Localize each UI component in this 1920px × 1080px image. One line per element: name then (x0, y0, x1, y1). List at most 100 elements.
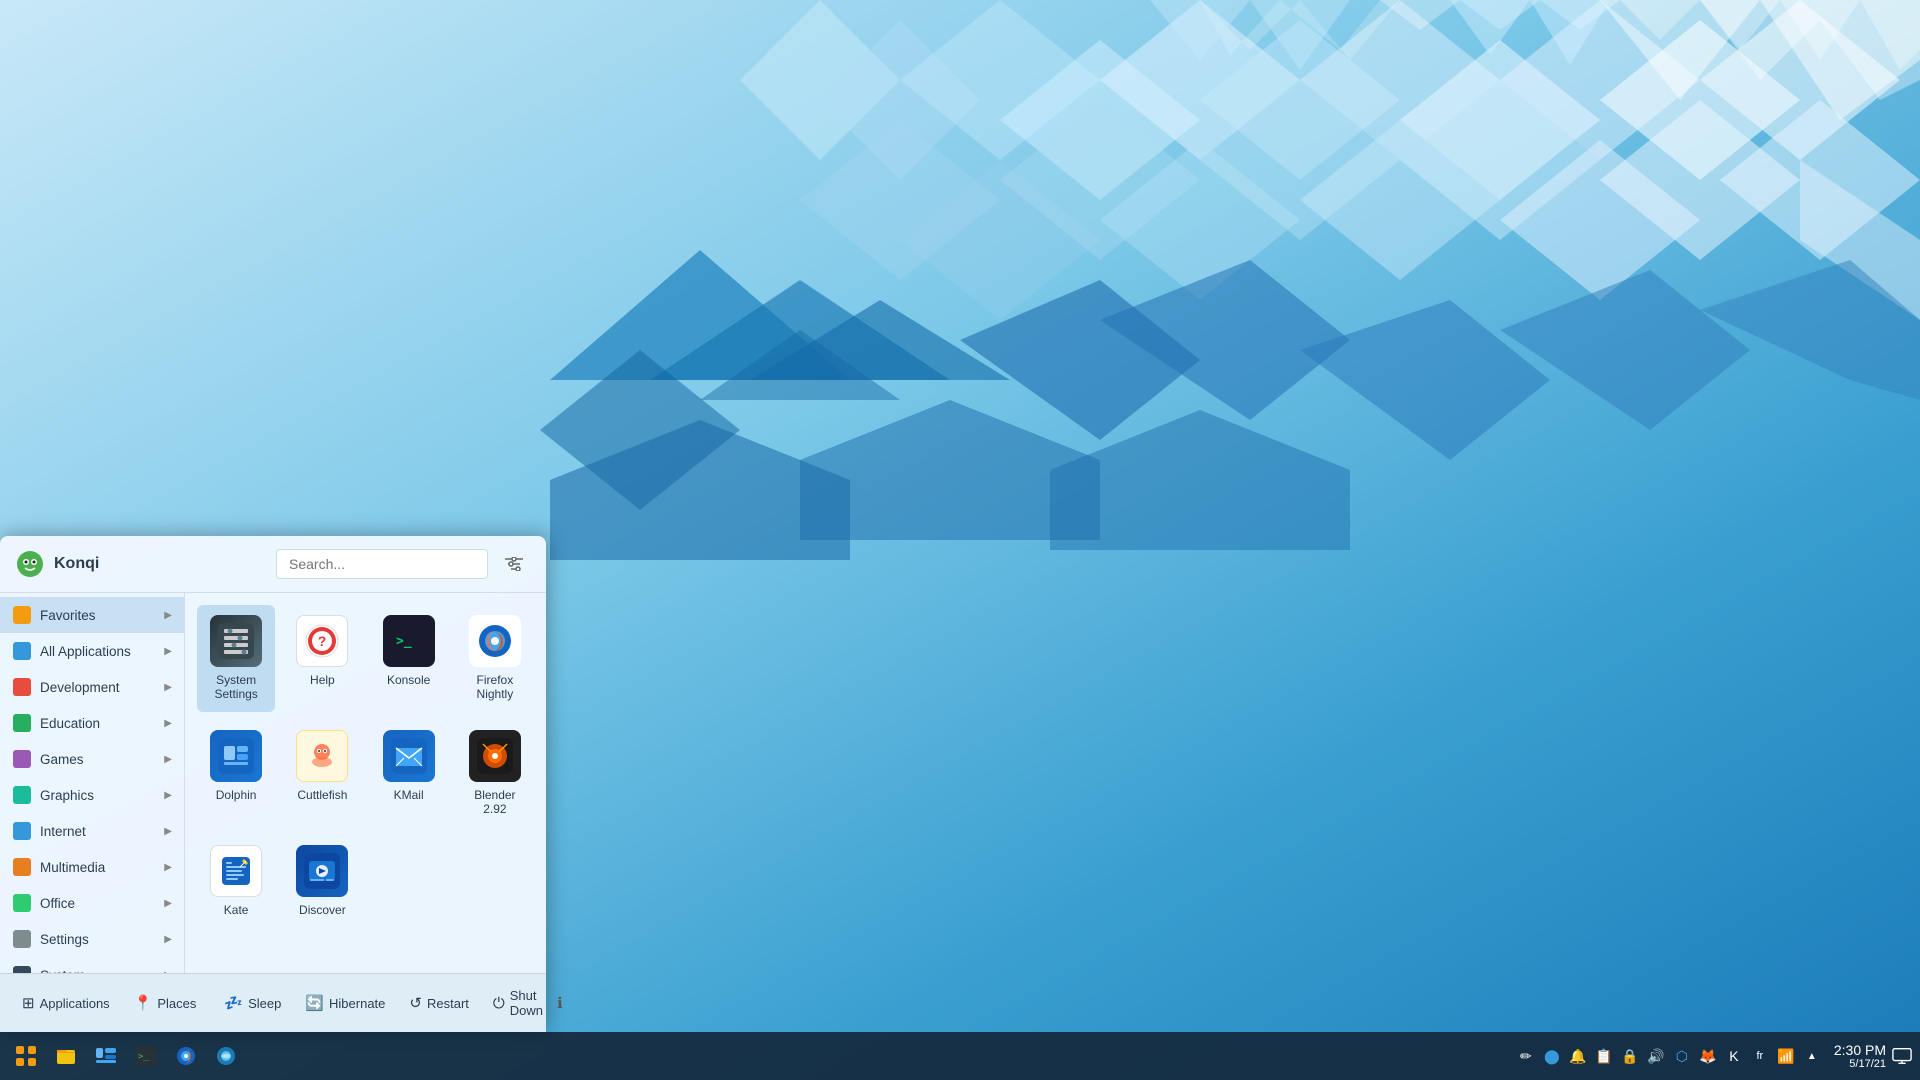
sidebar-item-all-applications[interactable]: All Applications▶ (0, 633, 184, 669)
sidebar-item-favorites[interactable]: Favorites ▶ (0, 597, 184, 633)
search-input[interactable] (276, 549, 488, 579)
chevron-right-icon: ▶ (164, 934, 172, 945)
taskbar-left: >_ (8, 1038, 244, 1074)
app-label-dolphin: Dolphin (216, 788, 257, 802)
sidebar-item-education[interactable]: Education ▶ (0, 705, 184, 741)
chevron-right-icon: ▶ (164, 754, 172, 765)
sidebar-item-multimedia[interactable]: Multimedia▶ (0, 849, 184, 885)
taskbar-dolphin-task[interactable] (88, 1038, 124, 1074)
chevron-right-icon: ▶ (164, 718, 172, 729)
apps-grid: System Settings ? Help >_ Konsole Firefo… (197, 605, 534, 927)
sidebar-item-games[interactable]: Games▶ (0, 741, 184, 777)
sidebar-internet-icon (12, 821, 32, 841)
chevron-right-icon: ▶ (164, 790, 172, 801)
sidebar-multimedia-icon (12, 857, 32, 877)
tray-expand[interactable]: ▲ (1802, 1046, 1822, 1066)
sidebar-item-settings[interactable]: Settings▶ (0, 921, 184, 957)
sidebar-graphics-icon (12, 785, 32, 805)
tray-konqueror-tray[interactable]: K (1724, 1046, 1744, 1066)
sidebar-office-label: Office (40, 896, 156, 911)
app-item-konsole[interactable]: >_ Konsole (370, 605, 448, 712)
app-item-kate[interactable]: Kate (197, 835, 275, 927)
sidebar-item-internet[interactable]: Internet ▶ (0, 813, 184, 849)
app-label-cuttlefish: Cuttlefish (297, 788, 347, 802)
tray-wifi[interactable]: 📶 (1776, 1046, 1796, 1066)
app-item-kmail[interactable]: KMail (370, 720, 448, 827)
taskbar-clock[interactable]: 2:30 PM 5/17/21 (1834, 1042, 1886, 1070)
dolphin-icon (210, 730, 262, 782)
sidebar-education-label: Education (40, 716, 156, 731)
screen-button[interactable] (1892, 1046, 1912, 1066)
app-item-system-settings[interactable]: System Settings (197, 605, 275, 712)
chevron-right-icon: ▶ (164, 610, 172, 621)
sidebar-favorites-label: Favorites (40, 608, 156, 623)
sidebar-development-label: Development (40, 680, 156, 695)
svg-text:?: ? (318, 633, 327, 649)
tray-firefox-tray[interactable]: 🦊 (1698, 1046, 1718, 1066)
shutdown-button[interactable]: ⏻ Shut Down (483, 982, 553, 1024)
app-label-kmail: KMail (394, 788, 424, 802)
taskbar-terminal-task[interactable]: >_ (128, 1038, 164, 1074)
tray-lang[interactable]: fr (1750, 1046, 1770, 1066)
app-label-discover: Discover (299, 903, 346, 917)
shutdown-label: Shut Down (510, 988, 543, 1018)
sidebar-settings-icon (12, 929, 32, 949)
tray-circle-indicator[interactable]: ⬤ (1542, 1046, 1562, 1066)
svg-text:>_: >_ (396, 634, 412, 649)
applications-label: Applications (40, 996, 110, 1011)
taskbar-files[interactable] (48, 1038, 84, 1074)
chevron-right-icon: ▶ (164, 862, 172, 873)
taskbar-apps-grid[interactable] (8, 1038, 44, 1074)
clock-date: 5/17/21 (1834, 1058, 1886, 1070)
sidebar-item-office[interactable]: Office ▶ (0, 885, 184, 921)
sleep-button[interactable]: 💤 Sleep (214, 988, 291, 1018)
info-button[interactable]: ℹ (557, 988, 563, 1018)
sleep-label: Sleep (248, 996, 281, 1011)
clock-time: 2:30 PM (1834, 1042, 1886, 1058)
chevron-right-icon: ▶ (164, 646, 172, 657)
firefox-nightly-icon (469, 615, 521, 667)
tray-pencil[interactable]: ✏ (1516, 1046, 1536, 1066)
sidebar-internet-label: Internet (40, 824, 156, 839)
app-item-firefox-nightly[interactable]: Firefox Nightly (456, 605, 534, 712)
tray-lock[interactable]: 🔒 (1620, 1046, 1640, 1066)
applications-icon: ⊞ (22, 994, 35, 1012)
chevron-right-icon: ▶ (164, 898, 172, 909)
tray-clipboard[interactable]: 📋 (1594, 1046, 1614, 1066)
tray-alarm[interactable]: 🔔 (1568, 1046, 1588, 1066)
menu-sidebar: Favorites▶All Applications▶Development▶E… (0, 593, 185, 973)
app-label-firefox-nightly: Firefox Nightly (462, 673, 528, 702)
applications-button[interactable]: ⊞ Applications (12, 988, 120, 1018)
desktop: Konqi Favorites▶All Applications▶Develop… (0, 0, 1920, 1080)
kmail-icon (383, 730, 435, 782)
chevron-right-icon: ▶ (164, 826, 172, 837)
app-item-discover[interactable]: Discover (283, 835, 361, 927)
sidebar-item-development[interactable]: Development▶ (0, 669, 184, 705)
cuttlefish-icon (296, 730, 348, 782)
filter-button[interactable] (498, 548, 530, 580)
app-item-dolphin[interactable]: Dolphin (197, 720, 275, 827)
hibernate-button[interactable]: 🔄 Hibernate (295, 988, 395, 1018)
app-item-blender[interactable]: Blender 2.92 (456, 720, 534, 827)
restart-button[interactable]: ↺ Restart (399, 988, 478, 1018)
sidebar-system-label: System (40, 968, 156, 974)
sidebar-graphics-label: Graphics (40, 788, 156, 803)
sidebar-item-system[interactable]: System▶ (0, 957, 184, 973)
sleep-icon: 💤 (224, 994, 243, 1012)
tray-bluetooth[interactable]: ⬡ (1672, 1046, 1692, 1066)
sidebar-item-graphics[interactable]: Graphics ▶ (0, 777, 184, 813)
system-settings-icon (210, 615, 262, 667)
blender-icon (469, 730, 521, 782)
apps-grid-container: System Settings ? Help >_ Konsole Firefo… (185, 593, 546, 973)
sidebar-all-applications-icon (12, 641, 32, 661)
taskbar-firefox-task[interactable] (168, 1038, 204, 1074)
menu-body: Favorites▶All Applications▶Development▶E… (0, 593, 546, 973)
tray-volume[interactable]: 🔊 (1646, 1046, 1666, 1066)
places-button[interactable]: 📍 Places (124, 988, 207, 1018)
app-item-help[interactable]: ? Help (283, 605, 361, 712)
sidebar-favorites-icon (12, 605, 32, 625)
app-label-help: Help (310, 673, 335, 687)
hibernate-label: Hibernate (329, 996, 385, 1011)
taskbar-konqueror-task[interactable] (208, 1038, 244, 1074)
app-item-cuttlefish[interactable]: Cuttlefish (283, 720, 361, 827)
